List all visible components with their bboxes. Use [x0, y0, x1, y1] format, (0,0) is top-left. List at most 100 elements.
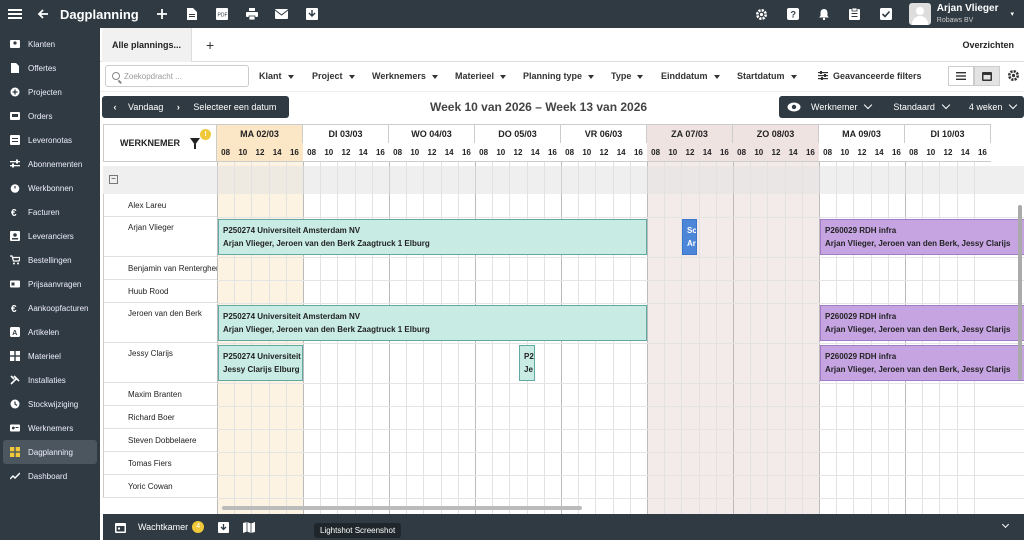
- prev-arrow-icon[interactable]: ‹: [106, 102, 124, 112]
- document-icon[interactable]: [183, 5, 201, 23]
- mail-icon[interactable]: [273, 5, 291, 23]
- list-view-button[interactable]: [948, 66, 974, 86]
- checkbox-icon[interactable]: [877, 5, 895, 23]
- employee-row-label[interactable]: Tomas Fiers: [103, 452, 217, 475]
- sidebar-item-abonnementen[interactable]: Abonnementen: [0, 152, 100, 176]
- employee-row-label[interactable]: Maxim Branten: [103, 383, 217, 406]
- pdf-icon[interactable]: PDF: [213, 5, 231, 23]
- sidebar-item-projecten[interactable]: Projecten: [0, 80, 100, 104]
- grid-column[interactable]: [801, 162, 819, 514]
- employee-row-label[interactable]: Jessy Clarijs: [103, 343, 217, 383]
- vertical-scrollbar[interactable]: [1018, 205, 1022, 380]
- planning-event[interactable]: P260029 RDH infra Arjan Vlieger, Jeroen v…: [820, 305, 1024, 341]
- clipboard-icon[interactable]: [846, 5, 864, 23]
- employee-row-label[interactable]: Benjamin van Renterghem: [103, 257, 217, 280]
- sidebar-item-aankoopfacturen[interactable]: € Aankoopfacturen: [0, 296, 100, 320]
- sidebar-item-bestellingen[interactable]: Bestellingen: [0, 248, 100, 272]
- grid-column[interactable]: [767, 162, 784, 514]
- avatar[interactable]: [908, 3, 931, 25]
- employee-row-label[interactable]: Jeroen van den Berk: [103, 303, 217, 343]
- day-header[interactable]: ZA 07/03: [647, 124, 733, 143]
- day-header[interactable]: ZO 08/03: [733, 124, 819, 143]
- day-header[interactable]: MA 02/03: [217, 124, 303, 143]
- day-header[interactable]: DI 10/03: [905, 124, 991, 143]
- span-dropdown[interactable]: 4 weken: [969, 102, 1017, 112]
- horizontal-scrollbar[interactable]: [222, 506, 582, 510]
- back-arrow-icon[interactable]: [34, 5, 52, 23]
- sidebar-item-werkbonnen[interactable]: Werkbonnen: [0, 176, 100, 200]
- tab-all-plannings[interactable]: Alle plannings...: [102, 27, 192, 62]
- settings-icon[interactable]: [1007, 69, 1020, 85]
- grid-column[interactable]: [647, 162, 664, 514]
- day-header[interactable]: VR 06/03: [561, 124, 647, 143]
- add-tab-icon[interactable]: +: [206, 37, 214, 53]
- grid-column[interactable]: [698, 162, 716, 514]
- employee-row-label[interactable]: Huub Rood: [103, 280, 217, 303]
- filter-type[interactable]: Type: [611, 71, 643, 81]
- preset-dropdown[interactable]: Standaard: [893, 102, 949, 112]
- calendar-view-button[interactable]: [974, 66, 1000, 86]
- sidebar-item-dagplanning[interactable]: Dagplanning: [3, 440, 97, 464]
- day-header[interactable]: DI 03/03: [303, 124, 389, 143]
- map-icon[interactable]: [243, 521, 256, 533]
- day-header[interactable]: WO 04/03: [389, 124, 475, 143]
- download-icon[interactable]: [303, 5, 321, 23]
- sidebar-item-installaties[interactable]: Installaties: [0, 368, 100, 392]
- sidebar-item-werknemers[interactable]: Werknemers: [0, 416, 100, 440]
- grid-column[interactable]: [784, 162, 802, 514]
- employee-row-label[interactable]: Arjan Vlieger: [103, 217, 217, 257]
- planning-event[interactable]: P250274 Universiteit Amsterdam NV Arjan V…: [218, 305, 647, 341]
- planning-event[interactable]: P260029 RDH infra Arjan Vlieger, Jeroen v…: [820, 219, 1024, 255]
- user-info[interactable]: Arjan Vlieger Robaws BV: [937, 3, 999, 26]
- grid-column[interactable]: [750, 162, 767, 514]
- day-header[interactable]: DO 05/03: [475, 124, 561, 143]
- print-icon[interactable]: [243, 5, 261, 23]
- filter-materieel[interactable]: Materieel: [455, 71, 506, 81]
- sidebar-item-materieel[interactable]: Materieel: [0, 344, 100, 368]
- employee-row-label[interactable]: Yoric Cowan: [103, 475, 217, 498]
- gear-icon[interactable]: [753, 5, 771, 23]
- sidebar-item-leveronotas[interactable]: Leveronotas: [0, 128, 100, 152]
- sidebar-item-prijsaanvragen[interactable]: Prijsaanvragen: [0, 272, 100, 296]
- grid-column[interactable]: [664, 162, 681, 514]
- help-icon[interactable]: ?: [784, 5, 802, 23]
- advanced-filters-button[interactable]: Geavanceerde filters: [818, 71, 922, 81]
- sidebar-item-leveranciers[interactable]: Leveranciers: [0, 224, 100, 248]
- filter-werknemers[interactable]: Werknemers: [372, 71, 438, 81]
- add-icon[interactable]: [153, 5, 171, 23]
- select-date-button[interactable]: Selecteer een datum: [193, 102, 276, 112]
- today-button[interactable]: Vandaag: [128, 102, 163, 112]
- planning-event[interactable]: P250274 Universiteit Amsterdam NV Arjan V…: [218, 219, 647, 255]
- grid-column[interactable]: [733, 162, 750, 514]
- overzichten-link[interactable]: Overzichten: [962, 40, 1014, 50]
- chevron-down-icon[interactable]: [1001, 520, 1010, 529]
- grid-column[interactable]: [715, 162, 733, 514]
- filter-startdatum[interactable]: Startdatum: [737, 71, 797, 81]
- sidebar-item-dashboard[interactable]: Dashboard: [0, 464, 100, 488]
- next-arrow-icon[interactable]: ›: [169, 102, 187, 112]
- filter-funnel-icon[interactable]: [190, 138, 200, 149]
- grid-column[interactable]: [681, 162, 698, 514]
- search-input[interactable]: Zoekopdracht ...: [105, 65, 249, 87]
- filter-klant[interactable]: Klant: [259, 71, 294, 81]
- planning-event[interactable]: P2 Je: [519, 345, 535, 381]
- day-header[interactable]: MA 09/03: [819, 124, 905, 143]
- filter-project[interactable]: Project: [312, 71, 355, 81]
- sidebar-item-stockwijziging[interactable]: Stockwijziging: [0, 392, 100, 416]
- employee-row-label[interactable]: Alex Lareu: [103, 194, 217, 217]
- sidebar-item-orders[interactable]: Orders: [0, 104, 100, 128]
- chevron-down-icon[interactable]: ▾: [1010, 10, 1014, 18]
- bell-icon[interactable]: [815, 5, 833, 23]
- filter-planning-type[interactable]: Planning type: [523, 71, 594, 81]
- view-mode-dropdown[interactable]: Werknemer: [811, 102, 871, 112]
- sidebar-item-offertes[interactable]: Offertes: [0, 56, 100, 80]
- menu-icon[interactable]: [6, 5, 24, 23]
- sidebar-item-facturen[interactable]: € Facturen: [0, 200, 100, 224]
- collapse-group-icon[interactable]: −: [109, 175, 118, 184]
- employee-row-label[interactable]: Steven Dobbelaere: [103, 429, 217, 452]
- planning-event[interactable]: P260029 RDH infra Arjan Vlieger, Jeroen v…: [820, 345, 1024, 381]
- waiting-room-label[interactable]: Wachtkamer: [138, 522, 188, 532]
- planning-event[interactable]: P250274 Universiteit Amsterdam NV Jessy C…: [218, 345, 303, 381]
- filter-einddatum[interactable]: Einddatum: [661, 71, 720, 81]
- download-icon[interactable]: [218, 521, 230, 533]
